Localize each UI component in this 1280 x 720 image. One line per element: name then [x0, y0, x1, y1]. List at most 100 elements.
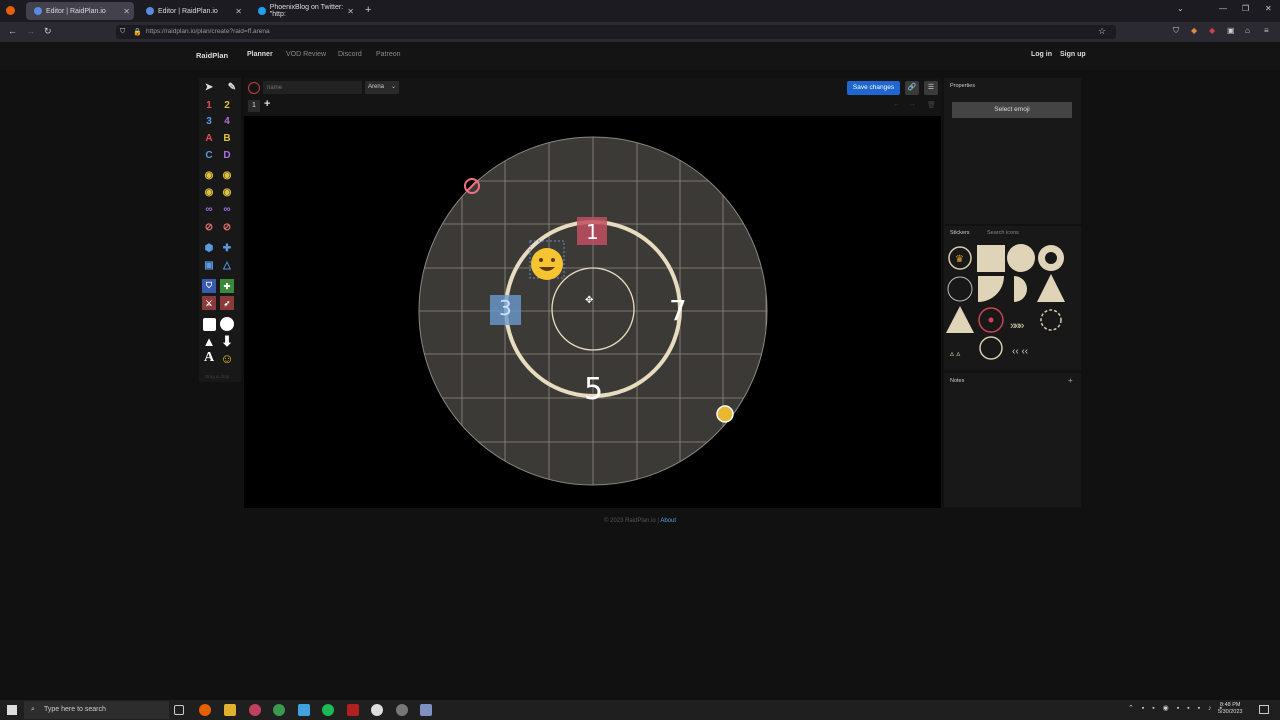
waymark-1-icon[interactable]: 1: [202, 98, 216, 112]
back-icon[interactable]: ←: [8, 26, 17, 36]
forward-icon[interactable]: →: [26, 26, 35, 36]
nav-discord[interactable]: Discord: [338, 51, 362, 58]
square-shape-icon[interactable]: [202, 317, 216, 331]
nav-vod-review[interactable]: VOD Review: [286, 51, 326, 58]
bookmark-star-icon[interactable]: ☆: [1098, 26, 1106, 37]
tab-stickers[interactable]: Stickers: [950, 230, 970, 236]
waymark-4-icon[interactable]: 4: [220, 114, 234, 128]
role-tank-icon[interactable]: ⬢: [202, 241, 216, 255]
system-tray-icons[interactable]: ⌃ ▪ ▪ ◉ ▪ ▪ ▪ ♪ ▪: [1128, 704, 1225, 712]
role-healer-icon[interactable]: ✚: [220, 241, 234, 255]
app-icon[interactable]: [249, 704, 261, 716]
role-square-icon[interactable]: ▣: [202, 258, 216, 272]
extension-icon[interactable]: ◆: [1191, 26, 1197, 35]
arrow-down-icon[interactable]: ⬇: [220, 333, 234, 349]
app-icon[interactable]: [420, 704, 432, 716]
site-logo[interactable]: RaidPlan: [196, 51, 228, 60]
role-triangle-icon[interactable]: △: [220, 258, 234, 272]
waymark-b-icon[interactable]: B: [220, 131, 234, 145]
waymark-3-icon[interactable]: 3: [202, 114, 216, 128]
reload-icon[interactable]: ↻: [44, 26, 52, 37]
maximize-icon[interactable]: ❐: [1242, 4, 1249, 13]
list-tabs-icon[interactable]: ⌄: [1177, 4, 1184, 13]
step-tab-1[interactable]: 1: [248, 100, 260, 112]
marker-yellow-4-icon[interactable]: ◉: [220, 185, 234, 199]
marker-chain-1-icon[interactable]: ∞: [202, 202, 216, 216]
browser-tab-1[interactable]: Editor | RaidPlan.io ✕: [26, 2, 134, 20]
app-icon[interactable]: [347, 704, 359, 716]
sticker-grid[interactable]: ♛ »»» ▵ ▵ ‹‹ ‹‹: [944, 242, 1081, 366]
arena-icon[interactable]: [248, 82, 260, 94]
url-bar[interactable]: https://raidplan.io/plan/create?raid=ff.…: [116, 25, 1116, 39]
emoji-tool-icon[interactable]: ☺: [220, 351, 234, 366]
job-ranged-icon[interactable]: ➶: [220, 296, 234, 310]
nav-patreon[interactable]: Patreon: [376, 51, 401, 58]
pocket-icon[interactable]: ⛉: [1173, 26, 1179, 36]
close-tab-icon[interactable]: ✕: [347, 7, 354, 16]
hamburger-menu-icon[interactable]: ☰: [924, 81, 938, 95]
login-link[interactable]: Log in: [1031, 51, 1052, 58]
link-icon[interactable]: 🔗: [905, 81, 919, 95]
browser-tab-2[interactable]: Editor | RaidPlan.io ✕: [138, 2, 246, 20]
tab-search-icons[interactable]: Search icons: [987, 230, 1019, 236]
nav-planner[interactable]: Planner: [247, 51, 273, 58]
arena-svg[interactable]: ✥: [244, 116, 941, 508]
trash-icon[interactable]: 🗑: [927, 101, 936, 109]
minimize-icon[interactable]: —: [1219, 4, 1227, 13]
browser-menu-icon[interactable]: [6, 6, 15, 15]
extensions-puzzle-icon[interactable]: ⌂: [1245, 26, 1250, 35]
text-tool-icon[interactable]: A: [202, 350, 216, 365]
pencil-tool-icon[interactable]: ✎: [225, 80, 239, 94]
menu-icon[interactable]: ≡: [1264, 26, 1269, 35]
close-tab-icon[interactable]: ✕: [123, 7, 130, 16]
job-melee-icon[interactable]: ⚔: [202, 296, 216, 310]
arena-select[interactable]: Arena ⌄: [365, 81, 399, 94]
waymark-c-icon[interactable]: C: [202, 148, 216, 162]
marker-yellow-1-icon[interactable]: ◉: [202, 168, 216, 182]
app-icon[interactable]: [396, 704, 408, 716]
extension-icon[interactable]: ▣: [1227, 26, 1235, 35]
save-changes-button[interactable]: Save changes: [847, 81, 900, 95]
spotify-icon[interactable]: [322, 704, 334, 716]
notifications-icon[interactable]: [1259, 705, 1269, 714]
circle-shape-icon[interactable]: [220, 317, 234, 331]
marker-stop-2-icon[interactable]: ⊘: [220, 220, 234, 234]
taskbar-clock[interactable]: 8:48 PM 5/30/2023: [1218, 702, 1242, 716]
app-icon[interactable]: [298, 704, 310, 716]
extension-icon[interactable]: ◆: [1209, 26, 1215, 35]
waymark-2-icon[interactable]: 2: [220, 98, 234, 112]
copyright-text: © 2023 RaidPlan.io |: [603, 518, 661, 524]
firefox-icon[interactable]: [199, 704, 211, 716]
waymark-a-icon[interactable]: A: [202, 131, 216, 145]
undo-icon[interactable]: ←: [893, 101, 900, 108]
marker-yellow-2-icon[interactable]: ◉: [220, 168, 234, 182]
drag-drop-hint: Drag & drop: [205, 374, 230, 379]
windows-start-icon[interactable]: [7, 705, 17, 715]
select-emoji-button[interactable]: Select emoji: [952, 102, 1072, 118]
job-tank-icon[interactable]: ⛉: [202, 279, 216, 293]
select-tool-icon[interactable]: ➤: [202, 80, 216, 94]
close-window-icon[interactable]: ✕: [1265, 4, 1272, 13]
lock-icon[interactable]: 🔒: [133, 28, 142, 36]
job-healer-icon[interactable]: ✚: [220, 279, 234, 293]
marker-stop-1-icon[interactable]: ⊘: [202, 220, 216, 234]
marker-chain-2-icon[interactable]: ∞: [220, 202, 234, 216]
browser-tab-3[interactable]: PhoenixBlog on Twitter: "http: ✕: [250, 2, 358, 20]
redo-icon[interactable]: →: [909, 101, 916, 108]
add-note-button[interactable]: +: [1068, 376, 1073, 385]
close-tab-icon[interactable]: ✕: [235, 7, 242, 16]
add-step-button[interactable]: +: [264, 98, 270, 110]
shield-icon[interactable]: ⛉: [120, 28, 125, 36]
obs-icon[interactable]: [371, 704, 383, 716]
triangle-shape-icon[interactable]: ▲: [202, 334, 216, 349]
taskbar-search[interactable]: ⌕ Type here to search: [24, 701, 169, 719]
marker-yellow-3-icon[interactable]: ◉: [202, 185, 216, 199]
plan-name-input[interactable]: [263, 81, 362, 94]
signup-link[interactable]: Sign up: [1060, 51, 1086, 58]
waymark-d-icon[interactable]: D: [220, 148, 234, 162]
chrome-icon[interactable]: [273, 704, 285, 716]
file-explorer-icon[interactable]: [224, 704, 236, 716]
new-tab-button[interactable]: +: [365, 4, 371, 16]
about-link[interactable]: About: [660, 518, 676, 524]
task-view-icon[interactable]: [174, 705, 184, 715]
